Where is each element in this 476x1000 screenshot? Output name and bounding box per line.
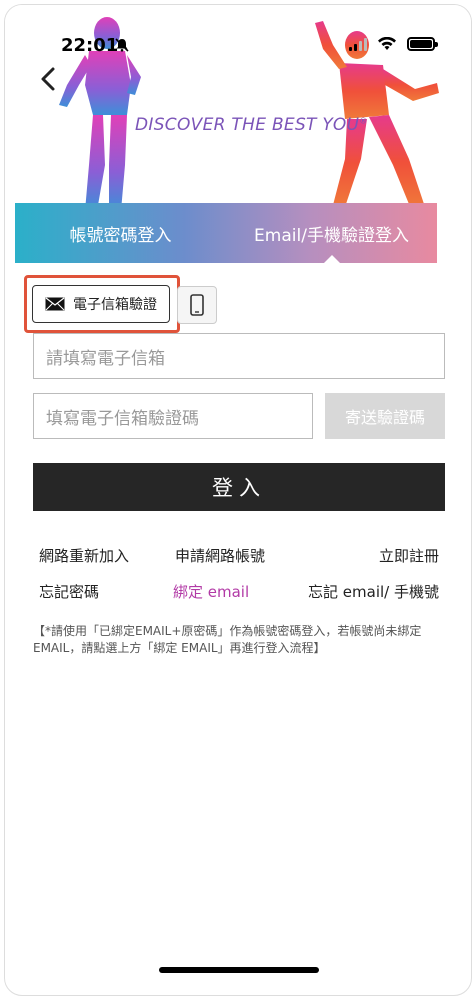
envelope-icon: [45, 297, 65, 311]
verification-code-input[interactable]: 填寫電子信箱驗證碼: [33, 393, 313, 439]
tagline-text: DISCOVER THE BEST YOU: [135, 115, 360, 135]
hero-tagline: DISCOVER THE BEST YOU®: [135, 115, 368, 135]
tab-account-password[interactable]: 帳號密碼登入: [15, 203, 226, 263]
login-button[interactable]: 登入: [33, 463, 445, 511]
login-tabs: 帳號密碼登入 Email/手機驗證登入: [15, 203, 437, 263]
register-link[interactable]: 立即註冊: [379, 545, 439, 566]
email-placeholder: 請填寫電子信箱: [46, 348, 165, 369]
back-arrow-icon[interactable]: [35, 65, 63, 93]
apply-account-link[interactable]: 申請網路帳號: [175, 545, 265, 566]
send-code-label: 寄送驗證碼: [344, 408, 425, 427]
status-time: 22:01: [61, 35, 119, 56]
phone-verify-option[interactable]: [177, 286, 217, 324]
mobile-phone-icon: [190, 294, 204, 316]
hero-banner: 22:01 DISCOVER THE BEST YOU®: [5, 5, 471, 205]
trademark-symbol: ®: [359, 116, 368, 126]
forgot-password-link[interactable]: 忘記密碼: [39, 581, 99, 602]
email-verify-label: 電子信箱驗證: [73, 297, 157, 313]
tab-label: Email/手機驗證登入: [254, 225, 409, 246]
phone-screen: 22:01 DISCOVER THE BEST YOU® 帳號密碼登入 Emai…: [4, 4, 472, 996]
wifi-icon: [378, 37, 396, 50]
battery-icon: [407, 37, 438, 51]
status-icons: [349, 37, 438, 51]
login-note: 【*請使用「已綁定EMAIL+原密碼」作為帳號密碼登入，若帳號尚未綁定 EMAI…: [33, 624, 422, 655]
send-code-button[interactable]: 寄送驗證碼: [325, 393, 445, 439]
login-label: 登入: [212, 476, 266, 500]
tab-email-phone[interactable]: Email/手機驗證登入: [226, 203, 437, 263]
forgot-email-phone-link[interactable]: 忘記 email/ 手機號: [308, 581, 439, 602]
tab-label: 帳號密碼登入: [69, 225, 172, 246]
bind-email-link[interactable]: 綁定 email: [173, 581, 249, 602]
rejoin-link[interactable]: 網路重新加入: [39, 545, 129, 566]
cellular-signal-icon: [349, 37, 367, 51]
status-bar: 22:01: [5, 35, 471, 59]
email-verify-option[interactable]: 電子信箱驗證: [32, 285, 170, 323]
home-indicator[interactable]: [159, 967, 319, 973]
email-input[interactable]: 請填寫電子信箱: [33, 333, 445, 379]
code-placeholder: 填寫電子信箱驗證碼: [46, 408, 199, 429]
bell-muted-icon: [115, 38, 129, 52]
